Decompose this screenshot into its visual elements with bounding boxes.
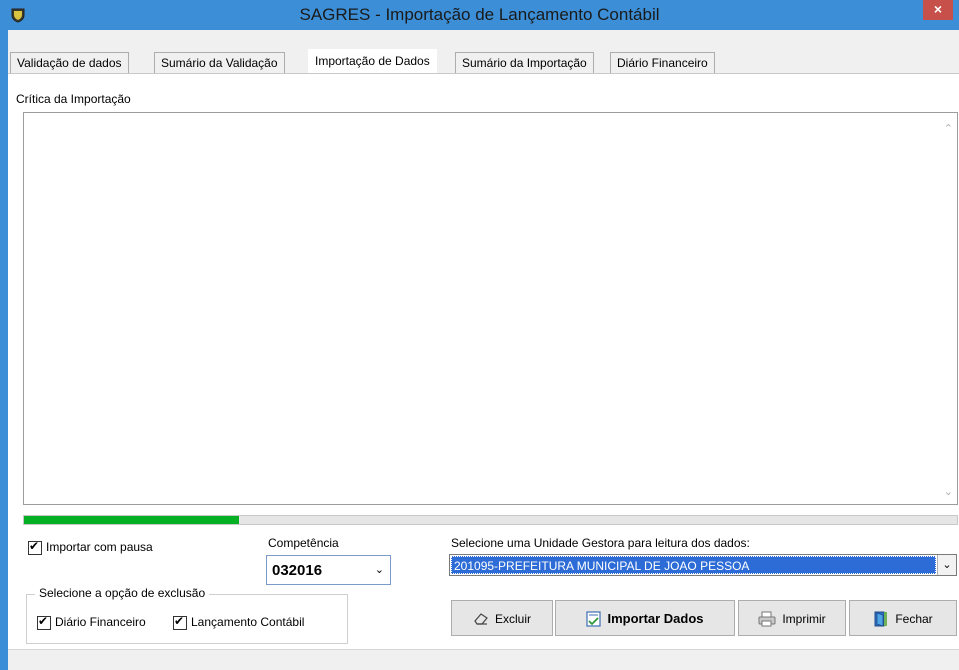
checkbox-checked-icon[interactable] (28, 539, 42, 555)
import-pause-checkbox[interactable]: Importar com pausa (28, 539, 153, 555)
excluir-label: Excluir (494, 611, 531, 626)
scroll-down-icon[interactable]: ⌄ (944, 485, 953, 498)
excluir-button[interactable]: Excluir (451, 600, 553, 636)
status-bar (8, 649, 959, 670)
competencia-label: Competência (268, 536, 339, 550)
checkbox-checked-icon[interactable] (173, 614, 187, 630)
scroll-up-icon[interactable]: ⌃ (944, 122, 953, 135)
chevron-down-icon[interactable]: ⌄ (375, 563, 384, 576)
tab-strip: Validação de dados Sumário da Validação … (8, 30, 959, 74)
tab-page-importacao: Crítica da Importação ⌃ ⌄ Importar com p… (8, 74, 959, 649)
unidade-gestora-select[interactable]: 201095-PREFEITURA MUNICIPAL DE JOAO PESS… (449, 554, 957, 576)
import-pause-label: Importar com pausa (46, 540, 153, 554)
critica-label: Crítica da Importação (16, 92, 131, 106)
imprimir-button[interactable]: Imprimir (738, 600, 846, 636)
competencia-value: 032016 (272, 562, 323, 579)
client-area: Validação de dados Sumário da Validação … (8, 30, 959, 670)
importar-dados-label: Importar Dados (607, 610, 704, 626)
imprimir-label: Imprimir (782, 611, 826, 626)
fechar-button[interactable]: Fechar (849, 600, 957, 636)
exclusion-options-group: Selecione a opção de exclusão Diário Fin… (26, 586, 348, 644)
unidade-gestora-value: 201095-PREFEITURA MUNICIPAL DE JOAO PESS… (451, 556, 936, 574)
window-title: SAGRES - Importação de Lançamento Contáb… (299, 5, 660, 24)
tab-validacao-dados[interactable]: Validação de dados (10, 52, 129, 73)
importar-dados-button[interactable]: Importar Dados (555, 600, 735, 636)
close-window-button[interactable]: × (923, 0, 953, 20)
door-exit-icon (874, 611, 888, 627)
unidade-gestora-label: Selecione uma Unidade Gestora para leitu… (451, 536, 750, 550)
lancamento-contabil-label: Lançamento Contábil (191, 615, 305, 629)
chevron-down-icon[interactable]: ⌄ (937, 555, 956, 575)
tab-importacao-dados[interactable]: Importação de Dados (308, 49, 437, 74)
critica-textarea[interactable]: ⌃ ⌄ (23, 112, 958, 505)
tab-sumario-validacao[interactable]: Sumário da Validação (154, 52, 285, 73)
application-window: SAGRES - Importação de Lançamento Contáb… (0, 0, 959, 670)
lancamento-contabil-checkbox[interactable]: Lançamento Contábil (173, 614, 305, 630)
diario-financeiro-label: Diário Financeiro (55, 615, 146, 629)
checklist-icon (586, 611, 602, 627)
exclusion-group-title: Selecione a opção de exclusão (35, 586, 210, 600)
competencia-select[interactable]: 032016 ⌄ (266, 555, 391, 585)
title-bar[interactable]: SAGRES - Importação de Lançamento Contáb… (0, 0, 959, 30)
tab-diario-financeiro[interactable]: Diário Financeiro (610, 52, 715, 73)
printer-icon (758, 611, 776, 627)
tab-sumario-importacao[interactable]: Sumário da Importação (455, 52, 594, 73)
eraser-icon (474, 613, 488, 625)
diario-financeiro-checkbox[interactable]: Diário Financeiro (37, 614, 146, 630)
checkbox-checked-icon[interactable] (37, 614, 51, 630)
progress-fill (24, 516, 239, 524)
fechar-label: Fechar (895, 611, 933, 626)
import-progress-bar (23, 515, 958, 525)
